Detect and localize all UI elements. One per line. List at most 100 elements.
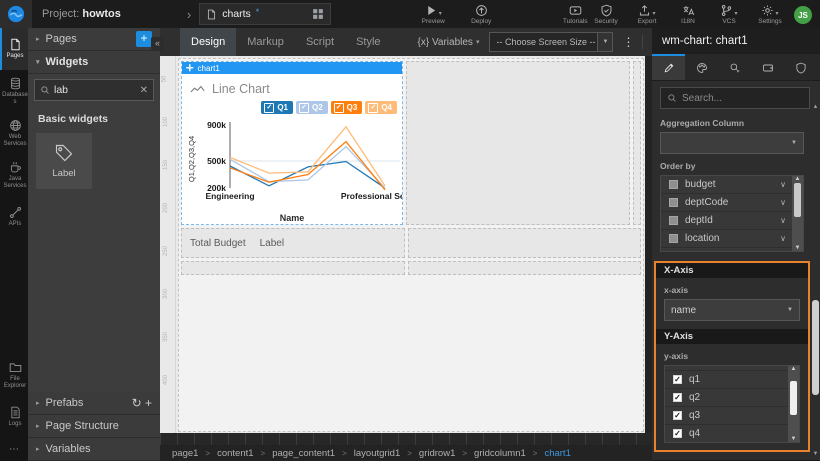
add-prefab-icon[interactable]: +: [142, 396, 152, 410]
tab-markup[interactable]: Markup: [236, 28, 295, 56]
grid-cell-empty[interactable]: [408, 261, 641, 275]
screen-size-select[interactable]: -- Choose Screen Size -- ▼: [489, 32, 613, 52]
chevron-down-icon[interactable]: ∨: [780, 234, 786, 243]
legend-q4[interactable]: ✓Q4: [365, 101, 397, 114]
section-variables[interactable]: ▸Variables: [28, 438, 160, 461]
scroll-down-icon[interactable]: ▼: [812, 451, 819, 457]
pages-section-header[interactable]: ▸ Pages +: [28, 28, 160, 51]
label-widget[interactable]: Total Budget: [190, 238, 246, 249]
export-button[interactable]: ▾Export: [633, 4, 661, 25]
panel-scrollbar[interactable]: ▲ ▼: [812, 104, 819, 457]
chevron-down-icon[interactable]: ∨: [780, 198, 786, 207]
x-axis-select[interactable]: name ▼: [664, 299, 800, 321]
yaxis-q3[interactable]: ✓q3: [665, 407, 788, 425]
tab-inspect[interactable]: [718, 54, 751, 80]
order-by-scrollbar[interactable]: ▲ ▼: [792, 176, 803, 251]
aggregation-select[interactable]: ▼: [660, 132, 804, 154]
checkbox-unchecked[interactable]: [669, 198, 678, 207]
breadcrumb-item-layoutgrid1[interactable]: layoutgrid1: [354, 448, 400, 459]
checkbox-unchecked[interactable]: [669, 234, 678, 243]
refresh-icon[interactable]: ↻: [132, 396, 142, 410]
breadcrumb-item-gridcolumn1[interactable]: gridcolumn1: [474, 448, 526, 459]
tab-design[interactable]: Design: [180, 28, 236, 56]
sidebar-item-apis[interactable]: APIs: [0, 196, 28, 238]
more-options-button[interactable]: ⋮: [622, 35, 643, 49]
chart1-widget[interactable]: ✛ chart1 Line Chart ✓Q1✓Q2✓Q3✓Q4 900k500…: [181, 61, 403, 225]
yaxis-q4[interactable]: ✓q4: [665, 425, 788, 443]
tab-device[interactable]: [751, 54, 784, 80]
checkbox-unchecked[interactable]: [669, 216, 678, 225]
clear-search-icon[interactable]: ✕: [140, 85, 148, 96]
sidebar-item-java-services[interactable]: Java Services: [0, 154, 28, 196]
sidebar-item-web-services[interactable]: Web Services: [0, 112, 28, 154]
page-container[interactable]: ✛ chart1 Line Chart ✓Q1✓Q2✓Q3✓Q4 900k500…: [178, 58, 644, 432]
checkbox-checked[interactable]: ✓: [673, 411, 682, 420]
breadcrumb-item-gridrow1[interactable]: gridrow1: [419, 448, 455, 459]
checkbox-unchecked[interactable]: [669, 180, 678, 189]
sidebar-item-pages[interactable]: Pages: [0, 28, 28, 70]
wavemaker-logo[interactable]: [0, 0, 32, 28]
y-axis-scrollbar[interactable]: ▲ ▼: [788, 366, 799, 442]
scroll-up-icon[interactable]: ▲: [812, 104, 819, 110]
widgets-section-header[interactable]: ▾ Widgets: [28, 51, 160, 74]
variables-button[interactable]: {x} Variables ▾: [418, 37, 480, 48]
add-page-button[interactable]: +: [136, 31, 152, 47]
scroll-down-icon[interactable]: ▼: [795, 245, 801, 251]
orderby-location[interactable]: location∨: [661, 230, 792, 248]
security-button[interactable]: Security: [592, 4, 620, 25]
breadcrumb-item-chart1[interactable]: chart1: [544, 448, 570, 459]
properties-search-input[interactable]: Search...: [660, 87, 810, 109]
scroll-up-icon[interactable]: ▲: [795, 176, 801, 182]
settings-button[interactable]: ▾Settings: [756, 4, 784, 25]
checkbox-checked[interactable]: ✓: [673, 429, 682, 438]
line-chart-icon: [190, 85, 205, 94]
legend-q3[interactable]: ✓Q3: [331, 101, 363, 114]
section-prefabs[interactable]: ▸Prefabs↻ +: [28, 392, 160, 415]
section-page-structure[interactable]: ▸Page Structure: [28, 415, 160, 438]
orderby-deptId[interactable]: deptId∨: [661, 212, 792, 230]
grid-cell-empty[interactable]: [181, 261, 405, 275]
orderby-budget[interactable]: budget∨: [661, 176, 792, 194]
checkbox-checked[interactable]: ✓: [673, 393, 682, 402]
tutorials-button[interactable]: Tutorials: [561, 4, 589, 25]
orderby-deptCode[interactable]: deptCode∨: [661, 194, 792, 212]
user-avatar[interactable]: JS: [794, 6, 812, 24]
dashboard-grid-icon[interactable]: [312, 8, 324, 20]
breadcrumb-item-page1[interactable]: page1: [172, 448, 198, 459]
sidebar-item-databases[interactable]: Databases: [0, 70, 28, 112]
sidebar-item-file-explorer[interactable]: File Explorer: [0, 354, 28, 396]
checkbox-checked[interactable]: ✓: [673, 375, 682, 384]
grid-cell-empty[interactable]: [406, 61, 630, 225]
grid-cell-empty[interactable]: [408, 228, 641, 258]
yaxis-q1[interactable]: ✓q1: [665, 371, 788, 389]
scroll-down-icon[interactable]: ▼: [791, 436, 797, 442]
tab-script[interactable]: Script: [295, 28, 345, 56]
tab-security[interactable]: [784, 54, 817, 80]
orderby-name[interactable]: name∨: [661, 248, 792, 252]
chevron-down-icon[interactable]: ∨: [780, 180, 786, 189]
deploy-button[interactable]: Deploy: [467, 4, 495, 25]
scroll-up-icon[interactable]: ▲: [791, 366, 797, 372]
rail-more-button[interactable]: ⋯: [0, 438, 28, 461]
label-widget[interactable]: Label: [260, 238, 284, 249]
tab-properties[interactable]: [652, 54, 685, 80]
vcs-button[interactable]: ▾VCS: [715, 4, 743, 25]
breadcrumb-item-content1[interactable]: content1: [217, 448, 253, 459]
labels-cell[interactable]: Total Budget Label: [181, 228, 405, 258]
label-widget-tile[interactable]: Label: [36, 133, 92, 189]
chart1-widget-header[interactable]: ✛ chart1: [182, 62, 402, 74]
design-canvas[interactable]: 50100150200250300350400 ✛ chart1 Line Ch…: [160, 56, 645, 433]
chevron-down-icon[interactable]: ∨: [780, 216, 786, 225]
widget-search-input[interactable]: lab ✕: [34, 79, 154, 101]
tab-style[interactable]: Style: [345, 28, 391, 56]
i18n-button[interactable]: I18N: [674, 4, 702, 25]
breadcrumb-item-page_content1[interactable]: page_content1: [272, 448, 335, 459]
legend-q1[interactable]: ✓Q1: [261, 101, 293, 114]
yaxis-q2[interactable]: ✓q2: [665, 389, 788, 407]
sidebar-item-logs[interactable]: Logs: [0, 396, 28, 438]
tab-styles[interactable]: [685, 54, 718, 80]
preview-button[interactable]: ▾Preview: [419, 4, 447, 25]
collapse-panel-button[interactable]: «: [151, 37, 164, 50]
page-tab-charts[interactable]: charts *: [199, 3, 331, 25]
legend-q2[interactable]: ✓Q2: [296, 101, 328, 114]
